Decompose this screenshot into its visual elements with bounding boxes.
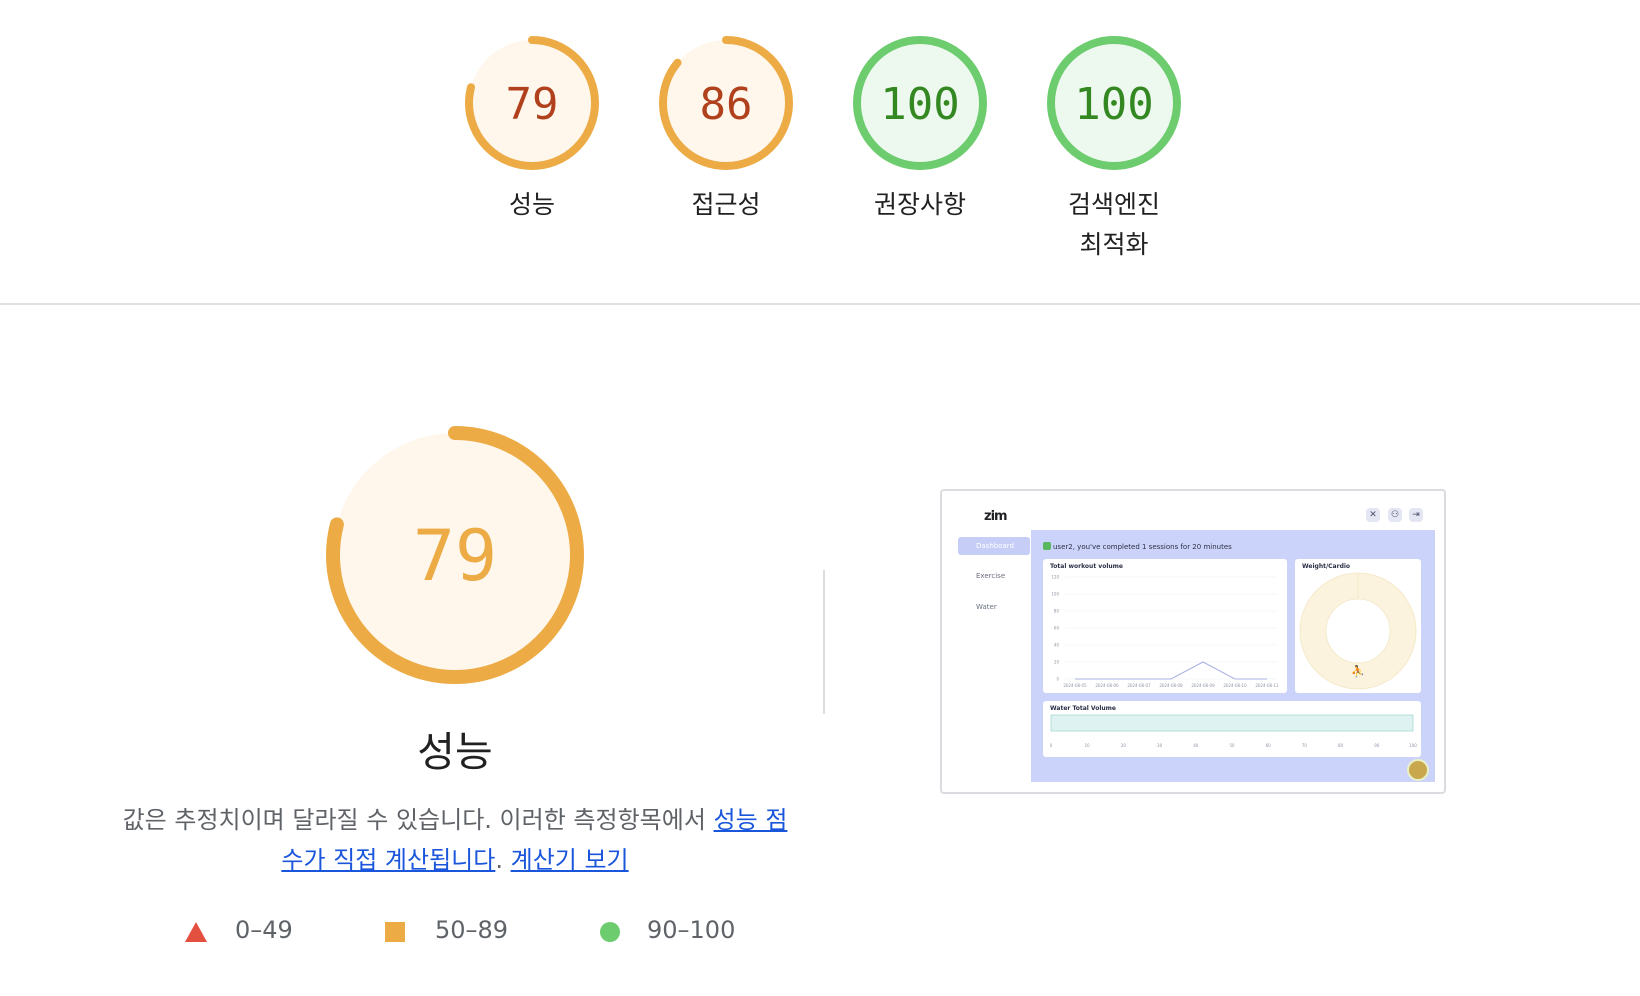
x-tick-label: 80 <box>1338 743 1344 748</box>
performance-title: 성능 <box>417 728 493 776</box>
x-tick-label: 30 <box>1157 743 1163 748</box>
x-tick-label: 20 <box>1121 743 1127 748</box>
gauge-label: 성능 <box>508 190 555 219</box>
circle-icon <box>600 922 620 942</box>
gauge-ring: 79 <box>465 36 599 170</box>
water-volume-card: Water Total Volume 0 10 20 30 40 50 60 70 80 90 10… <box>1043 701 1421 757</box>
message-text: user2, you've completed 1 sessions for 2… <box>1053 543 1232 551</box>
x-tick-label: 10 <box>1085 743 1091 748</box>
legend-range: 50–89 <box>435 916 509 944</box>
score-gauge-performance[interactable]: 79 성능 <box>432 35 632 225</box>
performance-gauge: 79 <box>326 426 584 684</box>
category-scores: 79 성능 86 접근성 100 권장사항 100 검색엔진 최적화 <box>0 0 1640 300</box>
water-bar <box>1050 714 1414 732</box>
score-value: 79 <box>506 79 559 130</box>
gauge-label: 검색엔진 최적화 <box>1067 190 1160 259</box>
score-gauge-accessibility[interactable]: 86 접근성 <box>626 35 826 225</box>
gauge-label: 권장사항 <box>873 190 966 219</box>
y-tick-label: 20 <box>1054 660 1060 665</box>
gauge-ring: 86 <box>659 36 793 170</box>
score-value: 100 <box>1074 79 1153 130</box>
check-icon <box>1043 542 1051 550</box>
gauge-label: 접근성 <box>691 190 761 219</box>
logout-icon: ⇥ <box>1409 508 1423 522</box>
weight-cardio-donut: ⛹ <box>1299 572 1417 690</box>
legend-fail: 0–49 <box>185 912 345 952</box>
x-tick-label: 100 <box>1409 743 1417 748</box>
x-tick-label: 70 <box>1302 743 1308 748</box>
nav-exercise: Exercise <box>958 567 1030 585</box>
square-icon <box>385 922 405 942</box>
session-message: user2, you've completed 1 sessions for 2… <box>1043 542 1232 551</box>
legend-pass: 90–100 <box>599 912 779 952</box>
nav-label: Dashboard <box>976 542 1014 550</box>
final-screenshot[interactable]: zim ✕ ⚇ ⇥ Dashboard Exercise Water user2… <box>940 489 1446 794</box>
legend-average: 50–89 <box>385 912 555 952</box>
nav-water: Water <box>958 598 1030 616</box>
app-logo: zim <box>984 509 1008 524</box>
workout-volume-chart: 120 100 80 60 40 20 0 2024-08-05 2024-08-06 2024-… <box>1051 575 1279 689</box>
score-value: 86 <box>700 79 753 130</box>
svg-text:⛹: ⛹ <box>1351 664 1365 678</box>
x-tick-label: 2024-08-07 <box>1127 683 1151 688</box>
theme-toggle-icon: ✕ <box>1366 508 1380 522</box>
legend-range: 90–100 <box>647 916 736 944</box>
legend-range: 0–49 <box>235 916 293 944</box>
y-tick-label: 120 <box>1051 575 1059 580</box>
x-tick-label: 2024-08-09 <box>1191 683 1215 688</box>
avatar[interactable] <box>1407 759 1429 781</box>
nav-label: Water <box>976 603 997 611</box>
y-tick-label: 40 <box>1054 643 1060 648</box>
x-tick-label: 50 <box>1229 743 1235 748</box>
gauge-ring: 100 <box>1047 36 1181 170</box>
x-tick-label: 2024-08-05 <box>1063 683 1087 688</box>
score-gauge-best-practices[interactable]: 100 권장사항 <box>820 35 1020 225</box>
x-tick-label: 90 <box>1374 743 1380 748</box>
nav-label: Exercise <box>976 572 1006 580</box>
water-volume-chart: 0 10 20 30 40 50 60 70 80 90 100 <box>1050 714 1417 748</box>
performance-description: 값은 추정치이며 달라질 수 있습니다. 이러한 측정항목에서 성능 점수가 직… <box>115 800 795 880</box>
gauge-ring: 100 <box>853 36 987 170</box>
x-tick-label: 2024-08-08 <box>1159 683 1183 688</box>
volume-line <box>1075 661 1267 680</box>
x-tick-label: 40 <box>1193 743 1199 748</box>
x-tick-label: 0 <box>1050 743 1053 748</box>
triangle-icon <box>185 922 207 942</box>
description-text: 값은 추정치이며 달라질 수 있습니다. 이러한 측정항목에서 <box>122 806 714 834</box>
workout-volume-card: Total workout volume 120 100 80 60 40 20 0 2024… <box>1043 559 1287 693</box>
view-calculator-link[interactable]: 계산기 보기 <box>511 846 629 874</box>
section-divider <box>0 303 1640 305</box>
description-period: . <box>495 846 511 874</box>
y-tick-label: 0 <box>1056 677 1059 682</box>
dashboard-main: user2, you've completed 1 sessions for 2… <box>1031 530 1435 782</box>
y-tick-label: 60 <box>1054 626 1060 631</box>
vertical-separator <box>823 570 825 714</box>
y-tick-label: 100 <box>1051 592 1059 597</box>
x-tick-label: 2024-08-06 <box>1095 683 1119 688</box>
x-tick-label: 2024-08-11 <box>1255 683 1279 688</box>
y-tick-label: 80 <box>1054 609 1060 614</box>
x-tick-label: 2024-08-10 <box>1223 683 1247 688</box>
score-value: 100 <box>880 79 959 130</box>
score-value: 79 <box>413 515 497 597</box>
nav-dashboard: Dashboard <box>958 537 1030 555</box>
profile-icon: ⚇ <box>1388 508 1402 522</box>
score-gauge-seo[interactable]: 100 검색엔진 최적화 <box>1014 35 1214 265</box>
x-tick-label: 60 <box>1266 743 1272 748</box>
weight-cardio-card: Weight/Cardio ⛹ <box>1295 559 1421 693</box>
